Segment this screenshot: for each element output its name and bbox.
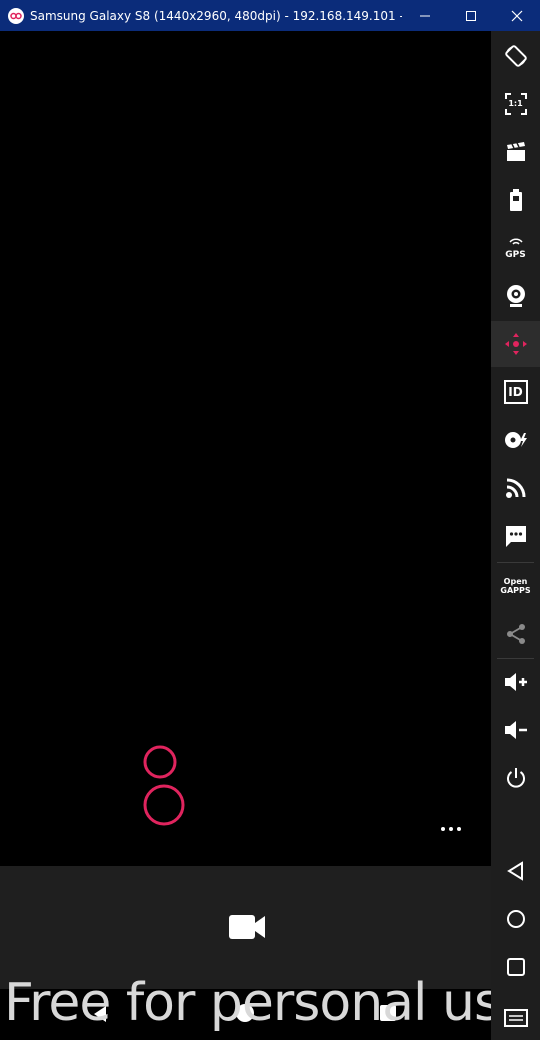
share-icon [506,624,525,644]
screencast-button[interactable] [491,129,540,175]
menu-button[interactable] [491,994,540,1040]
remote-control-icon [504,333,527,355]
screencast-icon [506,142,525,161]
close-icon [511,10,523,21]
webcam-icon [506,285,525,307]
touch-indicator-large-ring [143,784,185,826]
more-options-button[interactable] [441,821,461,837]
close-button[interactable] [494,0,540,31]
identifiers-icon: ID [503,380,528,404]
volume-down-button[interactable] [491,707,540,753]
minimize-icon [420,15,430,16]
touch-indicator [143,745,185,826]
window-titlebar: Samsung Galaxy S8 (1440x2960, 480dpi) - … [0,0,540,31]
volume-down-icon [504,721,527,739]
disk-io-icon [504,432,527,448]
menu-icon [503,1009,528,1027]
emulator-screen[interactable]: Free for personal use [0,31,532,1040]
videocam-icon [229,915,265,939]
gps-signal-icon [508,238,523,245]
recent-apps-button[interactable] [491,944,540,990]
minimize-button[interactable] [402,0,448,31]
rotate-icon [504,45,527,67]
gps-button[interactable]: GPS [491,225,540,271]
opengapps-button[interactable]: Open GAPPS [491,563,540,609]
genymotion-toolbar: 1:1 GPS ID Open GAPPS [491,31,540,1040]
rotate-button[interactable] [491,33,540,79]
home-button[interactable] [491,896,540,942]
power-icon [506,768,525,788]
battery-icon [509,189,522,211]
share-button [491,611,540,657]
dot [457,827,461,831]
nav-back-icon[interactable] [92,1005,108,1023]
dot [449,827,453,831]
network-icon [505,478,525,498]
android-navigation-bar [0,989,491,1040]
nav-recents-icon[interactable] [380,1005,396,1021]
maximize-button[interactable] [448,0,494,31]
remote-control-button[interactable] [491,321,540,367]
pixel-perfect-button[interactable]: 1:1 [491,81,540,127]
recent-apps-icon [506,958,525,976]
network-button[interactable] [491,465,540,511]
battery-button[interactable] [491,177,540,223]
back-button[interactable] [491,848,540,894]
power-button[interactable] [491,755,540,801]
opengapps-label: Open GAPPS [500,577,531,595]
record-video-button[interactable] [225,911,269,943]
pixel-perfect-label: 1:1 [508,99,523,108]
window-title: Samsung Galaxy S8 (1440x2960, 480dpi) - … [30,8,402,23]
camera-controls-bar [0,866,491,989]
touch-indicator-small-ring [143,745,177,779]
gps-label: GPS [505,250,526,260]
sms-icon [505,526,526,547]
maximize-icon [466,10,476,21]
identifiers-button[interactable]: ID [491,369,540,415]
camera-viewfinder[interactable] [0,31,491,866]
genymotion-logo-icon [8,7,24,24]
sms-button[interactable] [491,513,540,559]
disk-io-button[interactable] [491,417,540,463]
home-icon [506,910,525,928]
back-icon [506,861,523,881]
opengapps-icon: Open GAPPS [496,577,536,595]
identifiers-label: ID [508,385,523,399]
volume-up-icon [504,673,527,691]
nav-home-icon[interactable] [236,1004,254,1022]
webcam-button[interactable] [491,273,540,319]
volume-up-button[interactable] [491,659,540,705]
dot [441,827,445,831]
